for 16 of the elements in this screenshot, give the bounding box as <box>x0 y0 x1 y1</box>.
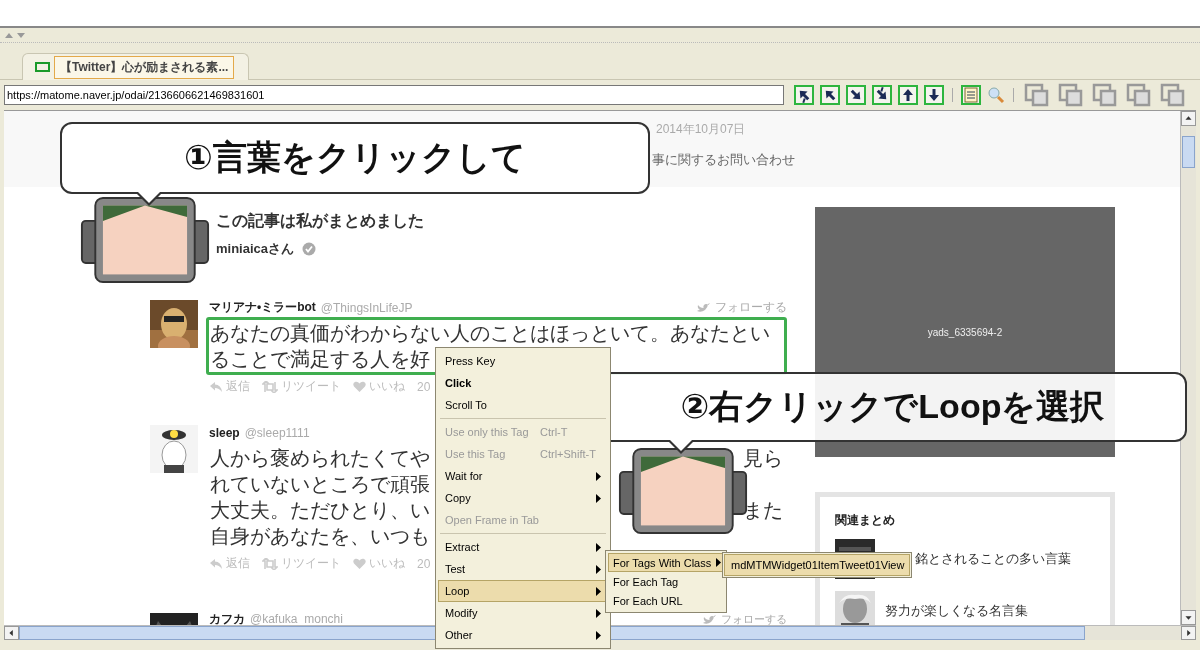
callout-text: ①言葉をクリックして <box>184 137 526 178</box>
tweet-date: 20 <box>417 379 431 394</box>
text-line: 自身があなたを、いつも <box>210 524 430 549</box>
text-line: あなたの真価がわからない人のことはほっといて。あなたとい <box>210 321 770 346</box>
update-date: 2014年10月07日 <box>656 121 746 138</box>
text-line: れていないところで頑張 <box>210 472 430 497</box>
text-fragment: 見ら <box>743 446 783 471</box>
callout-text: ②右クリックでLoopを選択 <box>680 386 1105 427</box>
author-heading: この記事は私がまとめました <box>216 211 425 231</box>
ad-label: yads_6335694-2 <box>927 326 1003 338</box>
text-line: ることで満足する人を好 <box>210 347 430 372</box>
text-line: 人から褒められたくてや <box>210 446 430 471</box>
text-fragment: また <box>743 498 783 523</box>
text-line: 大丈夫。ただひとり、い <box>210 498 430 523</box>
panel-title: 関連まとめ <box>835 512 896 529</box>
tweet-date: 20 <box>417 556 431 571</box>
